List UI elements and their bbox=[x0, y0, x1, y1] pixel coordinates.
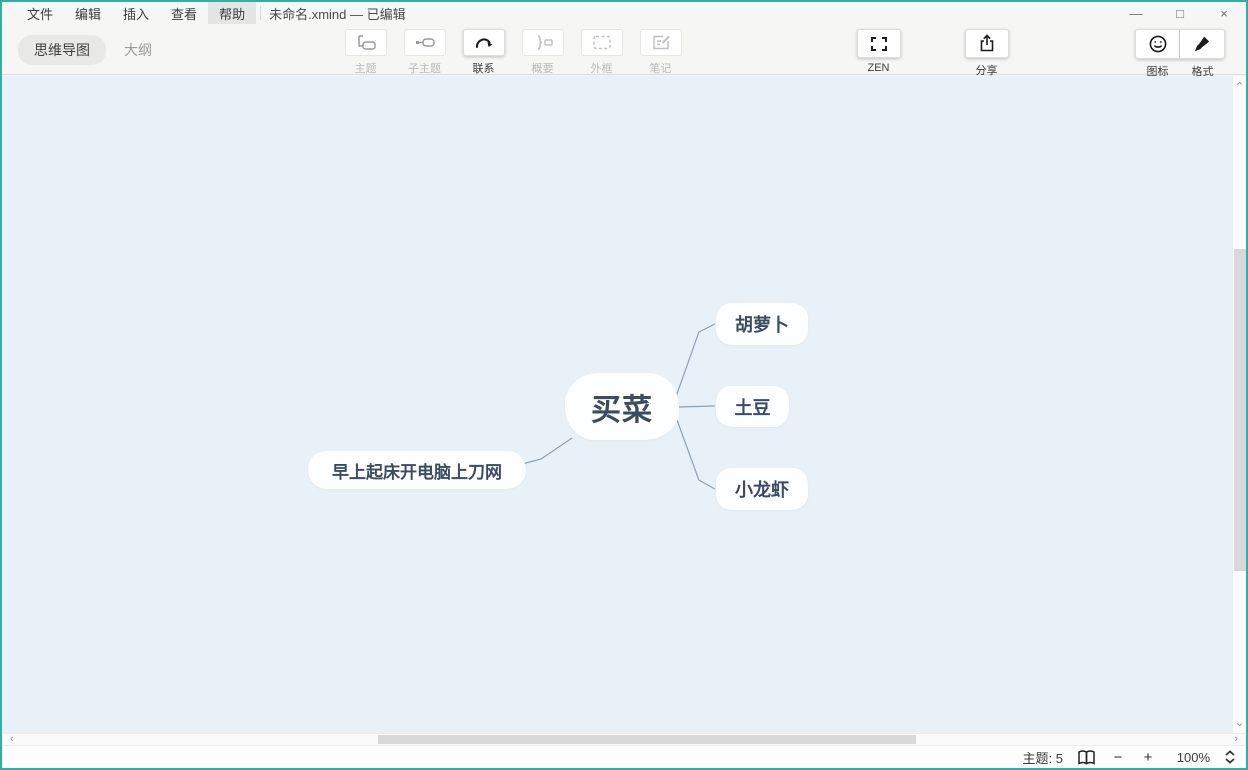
share-wrap: 分享 bbox=[957, 29, 1016, 78]
panel-buttons: 图标 格式 bbox=[1135, 29, 1225, 79]
subtopic-button[interactable]: 子主题 bbox=[395, 29, 454, 76]
summary-label: 概要 bbox=[532, 60, 554, 76]
horizontal-scroll-thumb[interactable] bbox=[378, 735, 916, 744]
format-brush-icon bbox=[1180, 29, 1225, 59]
toolbar: 思维导图 大纲 主题 子主题 bbox=[2, 24, 1246, 75]
mindmap-canvas[interactable]: 买菜 胡萝卜 土豆 小龙虾 早上起床开电脑上刀网 bbox=[2, 76, 1232, 733]
notes-label: 笔记 bbox=[650, 60, 672, 76]
vertical-scrollbar[interactable]: ⌃ ⌄ bbox=[1232, 76, 1246, 733]
child-topic-potato[interactable]: 土豆 bbox=[716, 386, 789, 427]
share-button[interactable]: 分享 bbox=[957, 29, 1016, 78]
close-button[interactable]: × bbox=[1202, 2, 1246, 24]
share-icon bbox=[965, 29, 1009, 58]
relationship-button[interactable]: 联系 bbox=[454, 29, 513, 76]
topic-button[interactable]: 主题 bbox=[336, 29, 395, 76]
boundary-button[interactable]: 外框 bbox=[572, 29, 631, 76]
zen-mode-icon bbox=[857, 29, 901, 58]
view-tabs: 思维导图 大纲 bbox=[18, 35, 152, 65]
document-title: 未命名.xmind — 已编辑 bbox=[269, 4, 406, 23]
topic-label: 主题 bbox=[355, 60, 377, 76]
menu-file[interactable]: 文件 bbox=[16, 2, 64, 24]
subtopic-label: 子主题 bbox=[408, 60, 441, 76]
horizontal-scrollbar[interactable]: ‹ › bbox=[2, 733, 1246, 746]
relationship-label: 联系 bbox=[473, 60, 495, 76]
child-topic-crayfish[interactable]: 小龙虾 bbox=[716, 468, 808, 510]
zoom-level: 100% bbox=[1170, 750, 1210, 765]
scroll-left-arrow-icon[interactable]: ‹ bbox=[10, 734, 14, 745]
boundary-label: 外框 bbox=[591, 60, 613, 76]
summary-icon bbox=[522, 29, 564, 56]
zen-label: ZEN bbox=[868, 62, 890, 74]
vertical-scroll-thumb[interactable] bbox=[1234, 249, 1246, 571]
boundary-icon bbox=[581, 29, 623, 56]
fit-zoom-spinner-icon[interactable] bbox=[1224, 749, 1236, 765]
zoom-out-button[interactable]: − bbox=[1110, 749, 1126, 766]
central-topic[interactable]: 买菜 bbox=[565, 373, 679, 440]
format-panel-button[interactable]: 格式 bbox=[1180, 29, 1225, 79]
scroll-down-arrow-icon[interactable]: ⌄ bbox=[1235, 716, 1244, 729]
topic-count: 主题: 5 bbox=[1023, 748, 1063, 767]
relationship-icon bbox=[463, 29, 505, 56]
topic-icon bbox=[345, 29, 387, 56]
subtopic-icon bbox=[404, 29, 446, 56]
summary-button[interactable]: 概要 bbox=[513, 29, 572, 76]
menu-help[interactable]: 帮助 bbox=[208, 2, 256, 24]
tab-outline[interactable]: 大纲 bbox=[124, 40, 152, 60]
zoom-in-button[interactable]: + bbox=[1140, 749, 1156, 766]
notes-icon bbox=[640, 29, 682, 56]
statusbar: 主题: 5 − + 100% bbox=[2, 746, 1246, 768]
icons-panel-button[interactable]: 图标 bbox=[1135, 29, 1180, 79]
minimize-button[interactable]: — bbox=[1114, 2, 1158, 24]
zen-button[interactable]: ZEN bbox=[849, 29, 908, 74]
topic-tool-group: 主题 子主题 联系 bbox=[336, 29, 690, 76]
scroll-up-arrow-icon[interactable]: ⌃ bbox=[1235, 80, 1244, 93]
child-topic-carrot[interactable]: 胡萝卜 bbox=[716, 303, 808, 345]
scroll-right-arrow-icon[interactable]: › bbox=[1234, 734, 1238, 745]
map-overview-icon[interactable] bbox=[1077, 749, 1096, 766]
titlebar: 文件 编辑 插入 查看 帮助 未命名.xmind — 已编辑 — □ × bbox=[2, 2, 1246, 24]
notes-button[interactable]: 笔记 bbox=[631, 29, 690, 76]
menu-view[interactable]: 查看 bbox=[160, 2, 208, 24]
smiley-icon bbox=[1135, 29, 1180, 59]
menubar: 文件 编辑 插入 查看 帮助 bbox=[2, 2, 256, 24]
menu-divider bbox=[260, 6, 261, 20]
floating-topic[interactable]: 早上起床开电脑上刀网 bbox=[308, 451, 526, 489]
maximize-button[interactable]: □ bbox=[1158, 2, 1202, 24]
tab-mindmap[interactable]: 思维导图 bbox=[18, 35, 106, 65]
menu-insert[interactable]: 插入 bbox=[112, 2, 160, 24]
menu-edit[interactable]: 编辑 bbox=[64, 2, 112, 24]
window-controls: — □ × bbox=[1114, 2, 1246, 24]
zen-wrap: ZEN bbox=[849, 29, 908, 74]
